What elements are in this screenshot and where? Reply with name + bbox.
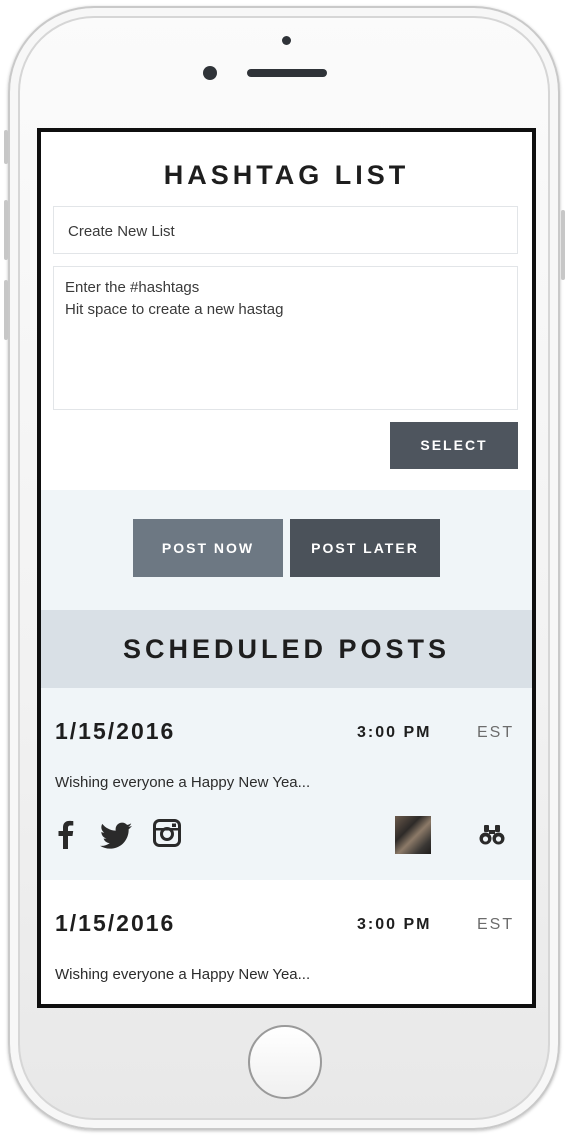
scheduled-post-item[interactable]: 1/15/2016 3:00 PM EST Wishing everyone a… xyxy=(41,688,532,880)
power-button xyxy=(561,210,565,280)
post-image-thumbnail[interactable] xyxy=(395,816,431,854)
earpiece-speaker xyxy=(247,69,327,77)
mute-switch xyxy=(4,130,8,164)
hashtag-list-title: HASHTAG LIST xyxy=(163,160,410,190)
hashtags-textarea[interactable]: Enter the #hashtags Hit space to create … xyxy=(53,266,518,410)
post-date: 1/15/2016 xyxy=(55,910,176,936)
scheduled-posts-title: SCHEDULED POSTS xyxy=(122,634,451,664)
binoculars-icon[interactable] xyxy=(479,824,505,846)
hashtags-hint-line2: Hit space to create a new hastag xyxy=(65,301,284,318)
front-camera xyxy=(203,66,217,80)
instagram-icon[interactable] xyxy=(153,819,181,847)
post-actions-band xyxy=(41,490,532,610)
post-message: Wishing everyone a Happy New Yea... xyxy=(55,966,311,983)
post-now-button[interactable]: POST NOW xyxy=(133,519,283,577)
post-date: 1/15/2016 xyxy=(55,718,176,744)
post-time: 3:00 PM xyxy=(357,724,432,741)
scheduled-post-item[interactable]: 1/15/2016 3:00 PM EST Wishing everyone a… xyxy=(41,880,532,1004)
post-timezone: EST xyxy=(477,916,515,933)
volume-down-button xyxy=(4,280,8,340)
facebook-icon[interactable] xyxy=(55,819,75,849)
volume-up-button xyxy=(4,200,8,260)
list-name-input[interactable]: Create New List xyxy=(53,206,518,254)
post-time: 3:00 PM xyxy=(357,916,432,933)
post-message: Wishing everyone a Happy New Yea... xyxy=(55,774,311,791)
select-button[interactable]: SELECT xyxy=(390,422,518,469)
post-timezone: EST xyxy=(477,724,515,741)
proximity-sensor xyxy=(282,36,291,45)
home-button[interactable] xyxy=(248,1025,322,1099)
twitter-icon[interactable] xyxy=(100,822,132,850)
app-screen: HASHTAG LIST Create New List Enter the #… xyxy=(37,128,536,1008)
scheduled-posts-header: SCHEDULED POSTS xyxy=(41,610,532,688)
post-later-button[interactable]: POST LATER xyxy=(290,519,440,577)
hashtags-hint-line1: Enter the #hashtags xyxy=(65,279,200,296)
